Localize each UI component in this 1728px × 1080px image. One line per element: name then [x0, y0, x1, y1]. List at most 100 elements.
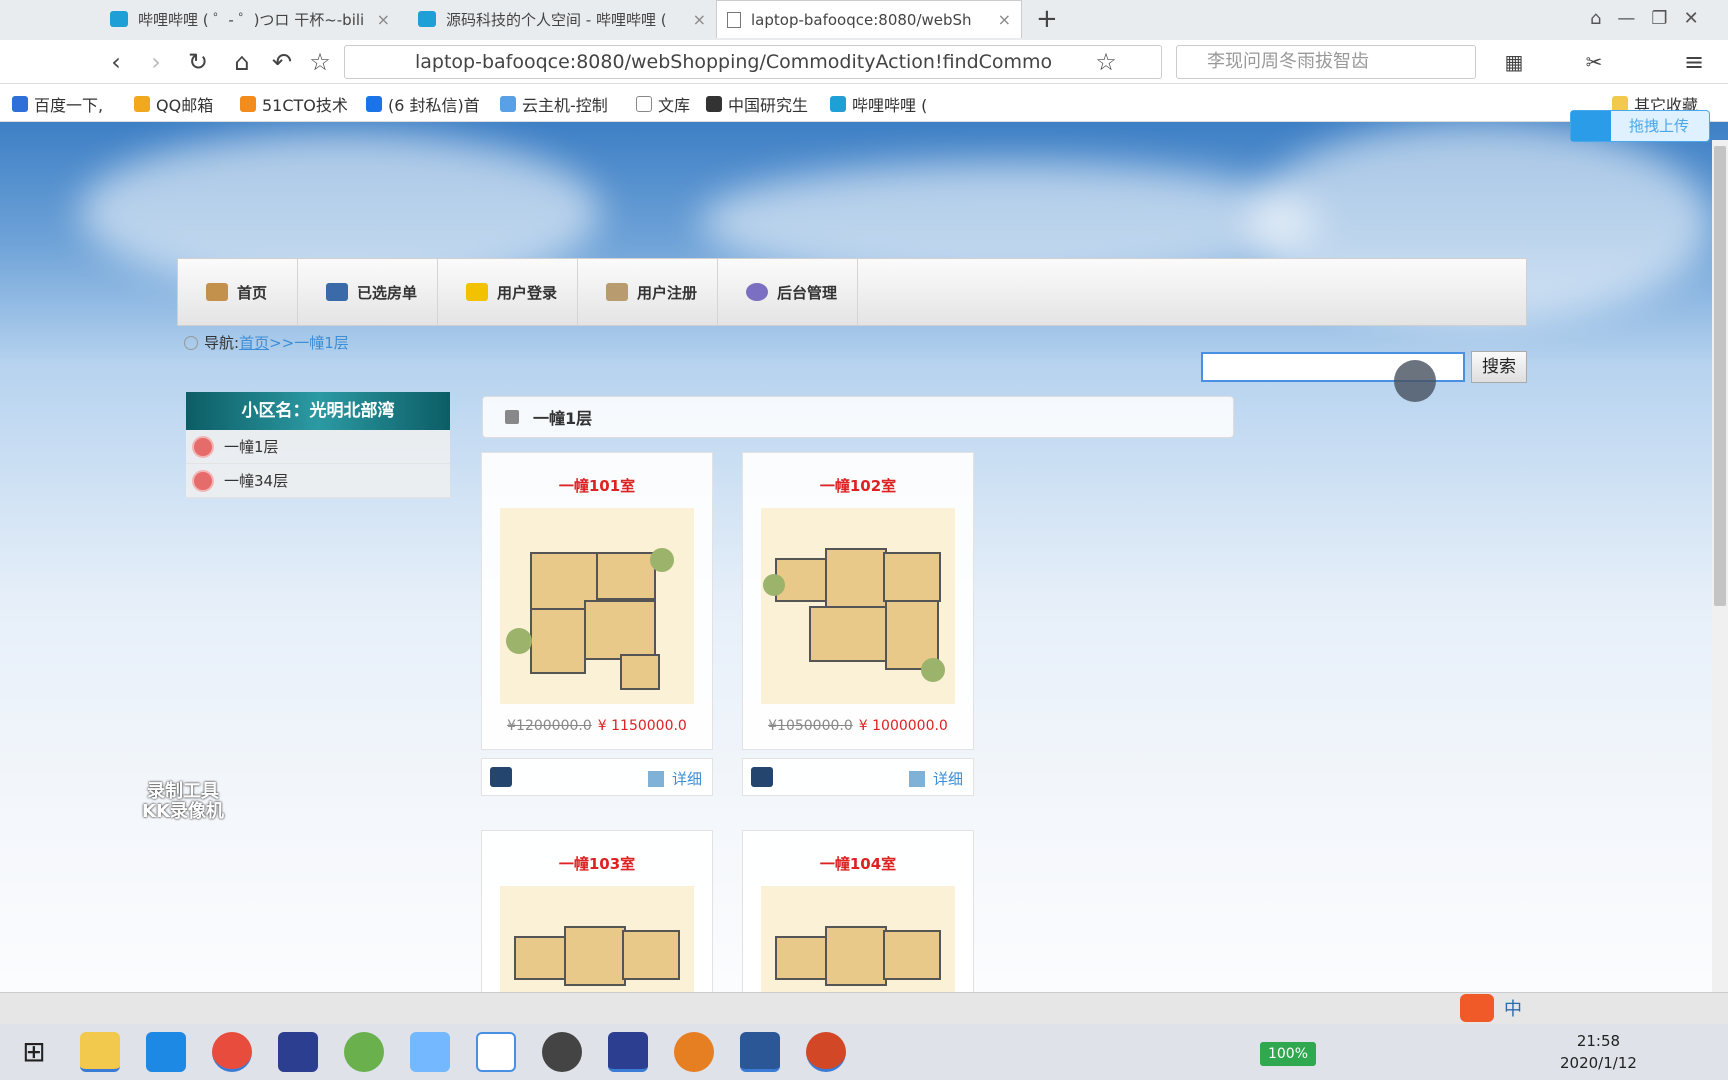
bookmark-item[interactable]: 云主机-控制 [500, 92, 608, 116]
bookmarks-bar: 百度一下, QQ邮箱 51CTO技术 (6 封私信)首 云主机-控制 文库 中国… [0, 84, 1728, 122]
bullet-icon [192, 469, 214, 492]
nav-selected-houses[interactable]: 已选房单 [298, 259, 438, 325]
nav-home[interactable]: 首页 [178, 259, 298, 325]
bullet-icon [192, 435, 214, 458]
browser-toolbar: ‹ › ↻ ⌂ ↶ ☆ laptop-bafooqce:8080/webShop… [0, 40, 1728, 84]
home-icon [206, 283, 228, 301]
address-bar[interactable]: laptop-bafooqce:8080/webShopping/Commodi… [344, 45, 1162, 79]
product-price: ¥1050000.0 ¥ 1000000.0 [768, 718, 948, 734]
powerpoint-icon[interactable] [806, 1032, 846, 1072]
nav-admin[interactable]: 后台管理 [718, 259, 858, 325]
detail-icon [647, 770, 664, 787]
car-icon [326, 283, 348, 301]
sogou-icon [1460, 994, 1494, 1022]
bookmark-item[interactable]: (6 封私信)首 [366, 92, 480, 116]
bilibili-icon [110, 11, 128, 27]
card-actions: 详细 [481, 758, 713, 796]
bookmark-item[interactable]: 中国研究生 [706, 92, 808, 116]
new-tab-button[interactable]: + [1036, 4, 1058, 34]
cart-icon[interactable] [490, 767, 512, 787]
sidebar: 小区名：光明北部湾 一幢1层 一幢34层 [186, 392, 450, 498]
bookmark-star-icon[interactable]: ☆ [1092, 48, 1120, 76]
tab-space[interactable]: 源码科技的个人空间 - 哔哩哔哩 ( × [408, 0, 716, 38]
system-clock[interactable]: 21:58 2020/1/12 [1560, 1030, 1637, 1074]
recorder-watermark: 录制工具 KK录像机 [142, 781, 224, 822]
bookmark-item[interactable]: 文库 [636, 92, 690, 116]
product-card: 一幢101室 ¥1200000.0 ¥ 1150000.0 [481, 452, 713, 750]
upload-widget[interactable]: 拖拽上传 [1570, 110, 1710, 142]
web-page: 首页 已选房单 用户登录 用户注册 后台管理 导航: 首页 >>一幢1层 搜索 小… [0, 122, 1728, 992]
product-card: 一幢103室 [481, 830, 713, 992]
close-icon[interactable]: × [693, 10, 706, 29]
back-icon[interactable]: ‹ [102, 48, 130, 76]
battery-indicator[interactable]: 100% [1260, 1042, 1316, 1066]
product-name[interactable]: 一幢101室 [482, 475, 712, 496]
bookmark-item[interactable]: 哔哩哔哩 ( [830, 92, 927, 116]
product-card: 一幢102室 ¥1050000.0 ¥ 1000000.0 [742, 452, 974, 750]
box-icon [505, 410, 519, 424]
breadcrumb-current: >>一幢1层 [269, 334, 349, 352]
detail-link[interactable]: 详细 [908, 768, 963, 789]
bookmark-item[interactable]: 51CTO技术 [240, 92, 348, 116]
eclipse-icon[interactable] [278, 1032, 318, 1072]
file-explorer-icon[interactable] [80, 1032, 120, 1072]
search-button[interactable]: 搜索 [1471, 351, 1527, 383]
forward-icon[interactable]: › [142, 48, 170, 76]
bookmark-item[interactable]: 百度一下, [12, 92, 103, 116]
tab-title: 哔哩哔哩 ( ゜- ゜)つロ 干杯~-bili [138, 10, 365, 29]
bookmark-item[interactable]: QQ邮箱 [134, 92, 213, 116]
id-card-icon [606, 283, 628, 301]
product-name[interactable]: 一幢104室 [743, 853, 973, 874]
undo-icon[interactable]: ↶ [268, 48, 296, 76]
gear-icon [746, 283, 768, 301]
floor-plan-image[interactable] [761, 508, 955, 704]
product-price: ¥1200000.0 ¥ 1150000.0 [507, 718, 687, 734]
scrollbar-thumb[interactable] [1714, 146, 1726, 606]
app-icon[interactable] [410, 1032, 450, 1072]
tab-current[interactable]: laptop-bafooqce:8080/webSh × [716, 0, 1022, 38]
window-controls[interactable]: ⌂—❐✕ [1590, 8, 1715, 29]
ime-toolbar[interactable]: 中 [1452, 992, 1728, 1024]
breadcrumb-home-link[interactable]: 首页 [239, 332, 269, 353]
floor-plan-image[interactable] [761, 886, 955, 992]
scissors-icon[interactable]: ✂ [1580, 48, 1608, 76]
app-icon[interactable] [476, 1032, 516, 1072]
reload-icon[interactable]: ↻ [184, 48, 212, 76]
tab-bilibili[interactable]: 哔哩哔哩 ( ゜- ゜)つロ 干杯~-bili × [100, 0, 400, 38]
app-icon[interactable] [146, 1032, 186, 1072]
product-name[interactable]: 一幢102室 [743, 475, 973, 496]
breadcrumb: 导航: 首页 >>一幢1层 [184, 332, 349, 353]
sidebar-item-floor1[interactable]: 一幢1层 [186, 430, 450, 464]
detail-link[interactable]: 详细 [647, 768, 702, 789]
home-icon[interactable]: ⌂ [228, 48, 256, 76]
close-icon[interactable]: × [998, 10, 1011, 29]
nav-register[interactable]: 用户注册 [578, 259, 718, 325]
sidebar-title: 小区名：光明北部湾 [186, 392, 450, 430]
nav-login[interactable]: 用户登录 [438, 259, 578, 325]
app-icon[interactable] [674, 1032, 714, 1072]
bilibili-icon [418, 11, 436, 27]
floor-plan-image[interactable] [500, 508, 694, 704]
cart-icon[interactable] [751, 767, 773, 787]
product-card: 一幢104室 [742, 830, 974, 992]
browser-search-input[interactable]: 李现问周冬雨拔智齿 [1176, 45, 1476, 79]
browser-icon[interactable] [212, 1032, 252, 1072]
star-icon[interactable]: ☆ [306, 48, 334, 76]
sidebar-item-floor34[interactable]: 一幢34层 [186, 464, 450, 498]
word-icon[interactable] [740, 1032, 780, 1072]
eclipse-icon[interactable] [608, 1032, 648, 1072]
cloud-icon [1571, 111, 1611, 141]
card-actions: 详细 [742, 758, 974, 796]
page-icon [727, 11, 741, 28]
close-icon[interactable]: × [377, 10, 390, 29]
section-header: 一幢1层 [482, 396, 1234, 438]
detail-icon [908, 770, 925, 787]
tab-bar: 哔哩哔哩 ( ゜- ゜)つロ 干杯~-bili × 源码科技的个人空间 - 哔哩… [0, 0, 1728, 40]
windows-start-icon[interactable]: ⊞ [14, 1032, 54, 1072]
product-name[interactable]: 一幢103室 [482, 853, 712, 874]
apps-icon[interactable]: ▦ [1500, 48, 1528, 76]
menu-icon[interactable]: ≡ [1680, 48, 1708, 76]
panda-icon[interactable] [542, 1032, 582, 1072]
app-icon[interactable] [344, 1032, 384, 1072]
floor-plan-image[interactable] [500, 886, 694, 992]
